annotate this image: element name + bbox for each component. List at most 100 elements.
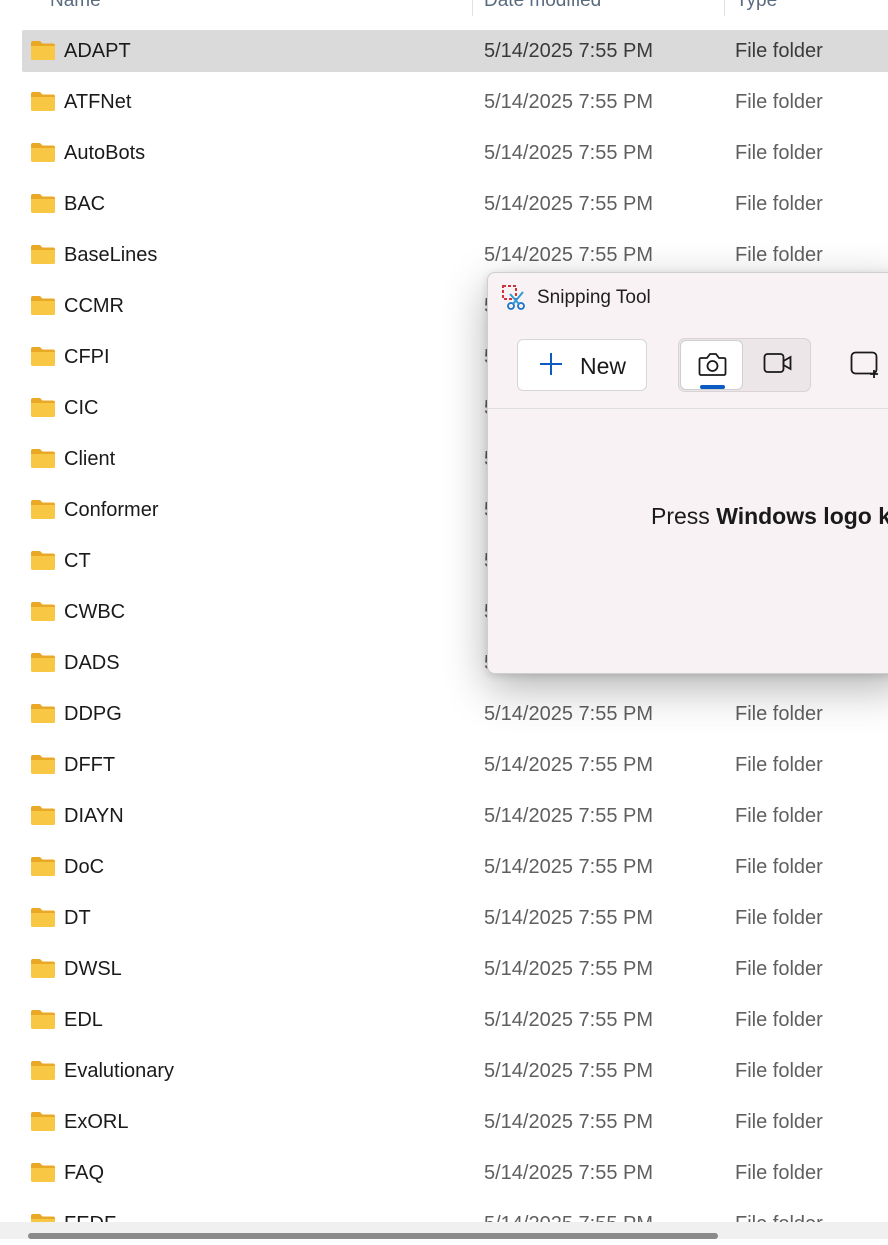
folder-icon [31, 347, 55, 366]
file-name: Conformer [64, 499, 159, 521]
file-date-modified: 5/14/2025 7:55 PM [484, 142, 654, 164]
file-name: BAC [64, 193, 106, 215]
column-header-name[interactable]: Name [38, 0, 101, 16]
file-date-modified: 5/14/2025 7:55 PM [484, 703, 654, 725]
file-type: File folder [735, 142, 823, 164]
file-type: File folder [735, 1162, 823, 1184]
file-row[interactable]: DDPG 5/14/2025 7:55 PM File folder [22, 693, 888, 735]
column-header-type[interactable]: Type [724, 0, 777, 16]
file-date-modified: 5/14/2025 7:55 PM [484, 805, 654, 827]
file-row[interactable]: BAC 5/14/2025 7:55 PM File folder [22, 183, 888, 225]
horizontal-scrollbar[interactable] [0, 1222, 888, 1239]
folder-icon [31, 92, 55, 111]
folder-icon [31, 959, 55, 978]
new-snip-button[interactable]: New [517, 339, 647, 391]
file-row[interactable]: DWSL 5/14/2025 7:55 PM File folder [22, 948, 888, 990]
folder-icon [31, 143, 55, 162]
title-bar[interactable]: Snipping Tool [488, 273, 888, 325]
folder-icon [31, 908, 55, 927]
file-type: File folder [735, 754, 823, 776]
folder-icon [31, 1163, 55, 1182]
folder-icon [31, 755, 55, 774]
file-name: ATFNet [64, 91, 132, 113]
file-name: CFPI [64, 346, 110, 368]
file-type: File folder [735, 91, 823, 113]
file-row[interactable]: AutoBots 5/14/2025 7:55 PM File folder [22, 132, 888, 174]
file-name: AutoBots [64, 142, 146, 164]
folder-icon [31, 806, 55, 825]
file-date-modified: 5/14/2025 7:55 PM [484, 40, 654, 62]
plus-icon [540, 353, 562, 375]
snipping-tool-app-icon [502, 285, 525, 310]
file-name: FAQ [64, 1162, 105, 1184]
folder-icon [31, 194, 55, 213]
folder-icon [31, 398, 55, 417]
screenshot-mode-button[interactable] [680, 340, 743, 390]
folder-icon [31, 704, 55, 723]
file-date-modified: 5/14/2025 7:55 PM [484, 193, 654, 215]
file-name: BaseLines [64, 244, 158, 266]
file-type: File folder [735, 40, 823, 62]
file-row[interactable]: DIAYN 5/14/2025 7:55 PM File folder [22, 795, 888, 837]
file-name: ExORL [64, 1111, 129, 1133]
folder-icon [31, 500, 55, 519]
file-date-modified: 5/14/2025 7:55 PM [484, 244, 654, 266]
camera-icon [698, 353, 727, 376]
file-row[interactable]: DT 5/14/2025 7:55 PM File folder [22, 897, 888, 939]
file-name: ADAPT [64, 40, 131, 62]
file-name: Client [64, 448, 116, 470]
folder-icon [31, 857, 55, 876]
column-header: Name Date modified Type [0, 0, 888, 16]
file-name: CT [64, 550, 91, 572]
shortcut-hint-bold: Windows logo k [716, 503, 888, 529]
file-type: File folder [735, 703, 823, 725]
file-date-modified: 5/14/2025 7:55 PM [484, 958, 654, 980]
scrollbar-thumb[interactable] [28, 1233, 718, 1239]
window-title: Snipping Tool [537, 287, 651, 308]
file-name: CCMR [64, 295, 124, 317]
folder-icon [31, 1061, 55, 1080]
folder-icon [31, 41, 55, 60]
snipping-area-icon[interactable] [850, 351, 880, 379]
file-row[interactable]: FAQ 5/14/2025 7:55 PM File folder [22, 1152, 888, 1194]
file-type: File folder [735, 244, 823, 266]
file-row[interactable]: BaseLines 5/14/2025 7:55 PM File folder [22, 234, 888, 276]
file-type: File folder [735, 958, 823, 980]
file-type: File folder [735, 856, 823, 878]
shortcut-hint: Press Windows logo k [651, 503, 888, 530]
folder-icon [31, 245, 55, 264]
file-type: File folder [735, 1060, 823, 1082]
file-type: File folder [735, 193, 823, 215]
file-row[interactable]: ATFNet 5/14/2025 7:55 PM File folder [22, 81, 888, 123]
file-row[interactable]: ExORL 5/14/2025 7:55 PM File folder [22, 1101, 888, 1143]
video-camera-icon [763, 353, 792, 373]
file-name: CIC [64, 397, 99, 419]
snip-content-area: Press Windows logo k [488, 409, 888, 673]
column-header-date[interactable]: Date modified [472, 0, 601, 16]
file-name: DT [64, 907, 91, 929]
file-row[interactable]: EDL 5/14/2025 7:55 PM File folder [22, 999, 888, 1041]
capture-mode-toggle [678, 338, 811, 392]
folder-icon [31, 1010, 55, 1029]
file-type: File folder [735, 1111, 823, 1133]
file-row[interactable]: ADAPT 5/14/2025 7:55 PM File folder [22, 30, 888, 72]
file-row[interactable]: Evalutionary 5/14/2025 7:55 PM File folder [22, 1050, 888, 1092]
file-date-modified: 5/14/2025 7:55 PM [484, 1111, 654, 1133]
snipping-tool-window[interactable]: Snipping Tool New Press Windows logo k [487, 272, 888, 674]
active-mode-indicator [700, 385, 725, 389]
file-name: CWBC [64, 601, 126, 623]
file-name: DoC [64, 856, 105, 878]
file-name: DIAYN [64, 805, 124, 827]
record-mode-button[interactable] [746, 340, 809, 390]
file-row[interactable]: DoC 5/14/2025 7:55 PM File folder [22, 846, 888, 888]
file-date-modified: 5/14/2025 7:55 PM [484, 91, 654, 113]
folder-icon [31, 296, 55, 315]
file-date-modified: 5/14/2025 7:55 PM [484, 754, 654, 776]
folder-icon [31, 449, 55, 468]
file-type: File folder [735, 907, 823, 929]
file-name: DDPG [64, 703, 122, 725]
file-type: File folder [735, 805, 823, 827]
file-row[interactable]: DFFT 5/14/2025 7:55 PM File folder [22, 744, 888, 786]
file-name: DADS [64, 652, 120, 674]
folder-icon [31, 1112, 55, 1131]
